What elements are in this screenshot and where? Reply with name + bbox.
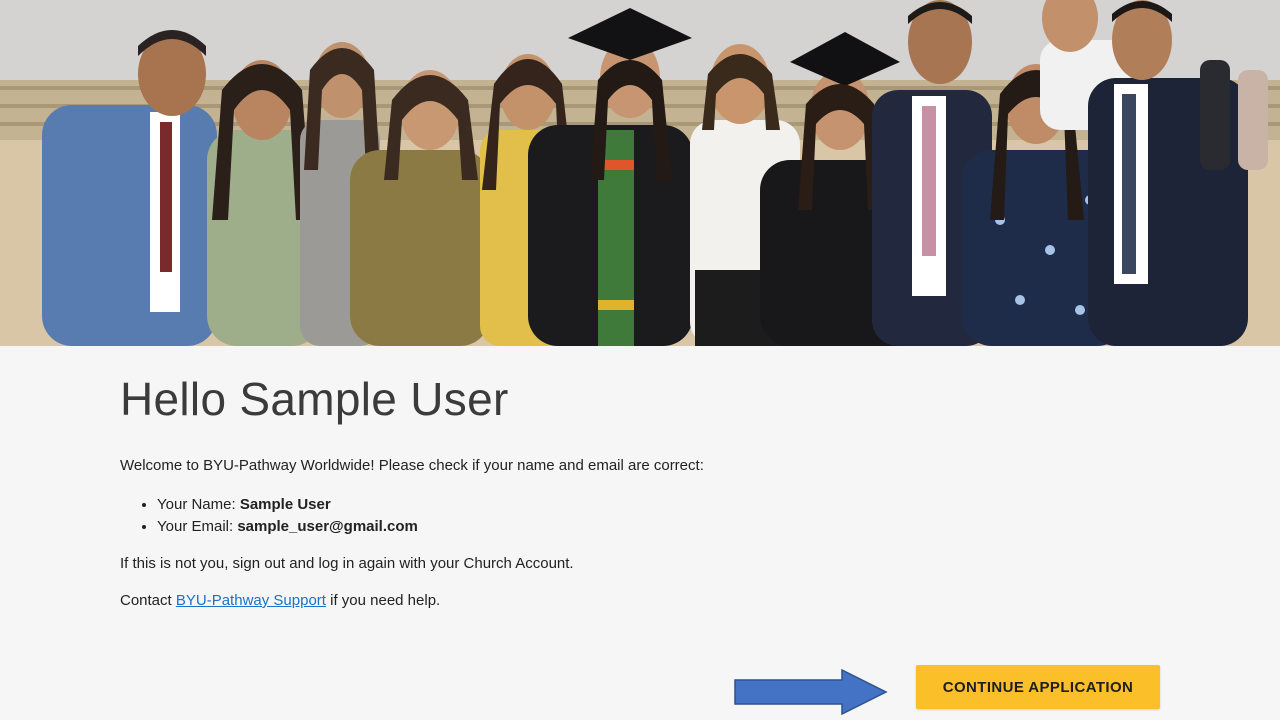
page-title: Hello Sample User	[120, 373, 509, 425]
group-photo-image	[0, 0, 1280, 346]
hero-photo	[0, 0, 1280, 346]
arrow-right-icon	[734, 669, 888, 715]
sign-out-notice: If this is not you, sign out and log in …	[120, 555, 574, 572]
support-link[interactable]: BYU-Pathway Support	[176, 592, 326, 609]
contact-prefix: Contact	[120, 592, 176, 609]
user-details-list: Your Name: Sample User Your Email: sampl…	[120, 494, 1020, 538]
contact-suffix: if you need help.	[325, 592, 441, 609]
page: Hello Sample User Welcome to BYU-Pathway…	[0, 0, 1280, 720]
user-name-item: Your Name: Sample User	[157, 494, 1020, 516]
contact-text: Contact BYU-Pathway Support if you need …	[120, 591, 1020, 611]
greeting-section: Hello Sample User Welcome to BYU-Pathway…	[120, 370, 1020, 611]
welcome-text: Welcome to BYU-Pathway Worldwide! Please…	[120, 457, 704, 474]
user-email-label: Your Email:	[157, 518, 238, 535]
user-name-value: Sample User	[239, 496, 331, 513]
user-name-label: Your Name:	[157, 496, 240, 513]
continue-application-button[interactable]: CONTINUE APPLICATION	[916, 665, 1160, 709]
user-email-value: sample_user@gmail.com	[237, 518, 418, 535]
user-email-item: Your Email: sample_user@gmail.com	[157, 516, 1020, 538]
